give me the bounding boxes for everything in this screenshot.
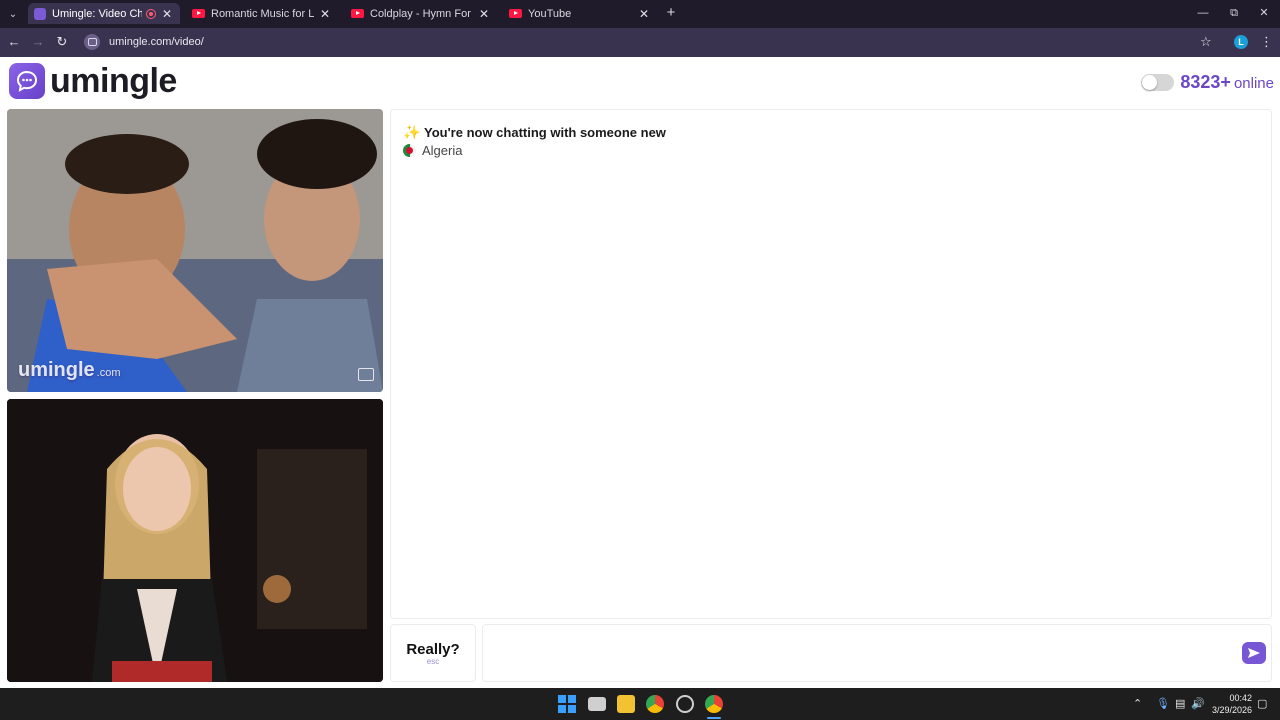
report-flag-icon[interactable] xyxy=(358,368,374,381)
chrome-active-icon[interactable] xyxy=(705,695,723,713)
restore-icon[interactable]: ⧉ xyxy=(1226,5,1242,21)
watermark-text: umingle xyxy=(18,359,95,381)
forward-arrow-icon[interactable]: → xyxy=(30,34,46,50)
tab-title: YouTube xyxy=(528,7,572,20)
close-tab-icon[interactable]: ✕ xyxy=(160,7,174,21)
clock-date: 3/29/2026 xyxy=(1211,705,1252,715)
windows-taskbar: ⌃ 🎙 ▤ 🔊 00:42 3/29/2026 ▢ xyxy=(0,688,1280,720)
tab-title: Umingle: Video Chat with S xyxy=(52,7,142,20)
stranger-video: umingle .com xyxy=(7,109,383,392)
tab-youtube[interactable]: YouTube ✕ xyxy=(503,3,657,24)
tab-search-chevron-icon[interactable]: ⌄ xyxy=(4,5,22,23)
youtube-favicon-icon xyxy=(509,9,522,18)
bookmark-star-icon[interactable]: ☆ xyxy=(1200,34,1212,50)
close-window-icon[interactable]: ✕ xyxy=(1256,5,1272,21)
stranger-video-frame xyxy=(7,109,383,392)
umingle-page: umingle 8323+ online umingle .com ✨ You'… xyxy=(0,57,1280,688)
youtube-favicon-icon xyxy=(351,9,364,18)
stranger-country: Algeria xyxy=(403,143,462,158)
site-logo[interactable]: umingle xyxy=(9,63,177,99)
tab-coldplay[interactable]: Coldplay - Hymn For The Weel ✕ xyxy=(345,3,497,24)
tab-title: Coldplay - Hymn For The Weel xyxy=(370,7,473,20)
logo-wordmark: umingle xyxy=(50,62,177,100)
windows-start-icon[interactable] xyxy=(558,695,576,713)
system-clock[interactable]: 00:42 3/29/2026 xyxy=(1206,692,1252,716)
browser-menu-icon[interactable]: ⋮ xyxy=(1260,34,1273,50)
tray-overflow-chevron-icon[interactable]: ⌃ xyxy=(1133,696,1142,712)
send-icon[interactable] xyxy=(1242,642,1266,664)
skip-button-label: Really? xyxy=(406,640,460,658)
active-app-indicator xyxy=(707,717,721,719)
umingle-watermark: umingle .com xyxy=(18,359,121,382)
tab-title: Romantic Music for Love Night xyxy=(211,7,314,20)
chrome-icon[interactable] xyxy=(646,695,664,713)
chat-log: ✨ You're now chatting with someone new A… xyxy=(390,109,1272,619)
umingle-favicon-icon xyxy=(34,7,46,20)
volume-icon[interactable]: 🔊 xyxy=(1191,696,1205,712)
chrome-alt-profile-icon[interactable] xyxy=(676,695,694,713)
browser-toolbar: ← → ↻ umingle.com/video/ ☆ L ⋮ xyxy=(0,28,1280,57)
tab-umingle[interactable]: Umingle: Video Chat with S ✕ xyxy=(28,3,180,24)
chat-bubble-logo-icon xyxy=(9,63,45,99)
close-tab-icon[interactable]: ✕ xyxy=(637,7,651,21)
sparkles-icon: ✨ xyxy=(403,124,421,140)
message-composer xyxy=(482,624,1272,682)
self-video-frame xyxy=(7,399,383,682)
recording-indicator-icon xyxy=(146,8,156,19)
skip-shortcut-hint: esc xyxy=(426,656,440,666)
site-info-icon[interactable] xyxy=(84,34,100,50)
theme-toggle[interactable] xyxy=(1141,74,1175,91)
network-icon[interactable]: ▤ xyxy=(1175,696,1185,712)
address-bar[interactable]: umingle.com/video/ xyxy=(80,31,1230,53)
browser-tab-strip: ⌄ Umingle: Video Chat with S ✕ Romantic … xyxy=(0,0,1280,28)
online-label: online xyxy=(1233,75,1274,92)
online-counter: 8323+ online xyxy=(1141,72,1274,93)
microphone-icon[interactable]: 🎙 xyxy=(1156,696,1170,712)
message-input[interactable] xyxy=(491,633,1231,673)
algeria-flag-icon xyxy=(403,144,416,157)
url-text: umingle.com/video/ xyxy=(109,36,204,48)
system-message: ✨ You're now chatting with someone new xyxy=(403,124,666,141)
minimize-icon[interactable]: — xyxy=(1195,5,1211,21)
youtube-favicon-icon xyxy=(192,9,205,18)
file-explorer-icon[interactable] xyxy=(617,695,635,713)
close-tab-icon[interactable]: ✕ xyxy=(477,7,491,21)
new-tab-plus-icon[interactable]: + xyxy=(663,5,679,21)
reload-icon[interactable]: ↻ xyxy=(54,34,70,50)
country-name: Algeria xyxy=(422,143,463,158)
system-message-text: You're now chatting with someone new xyxy=(424,125,666,140)
back-arrow-icon[interactable]: ← xyxy=(6,34,22,50)
profile-avatar[interactable]: L xyxy=(1234,35,1248,49)
watermark-suffix: .com xyxy=(96,367,121,379)
self-video xyxy=(7,399,383,682)
task-view-icon[interactable] xyxy=(588,697,606,711)
clock-time: 00:42 xyxy=(1229,693,1252,703)
skip-button[interactable]: Really? esc xyxy=(390,624,476,682)
online-count: 8323+ xyxy=(1180,72,1231,92)
close-tab-icon[interactable]: ✕ xyxy=(318,7,332,21)
tab-romantic-music[interactable]: Romantic Music for Love Night ✕ xyxy=(186,3,338,24)
notifications-icon[interactable]: ▢ xyxy=(1257,696,1267,712)
